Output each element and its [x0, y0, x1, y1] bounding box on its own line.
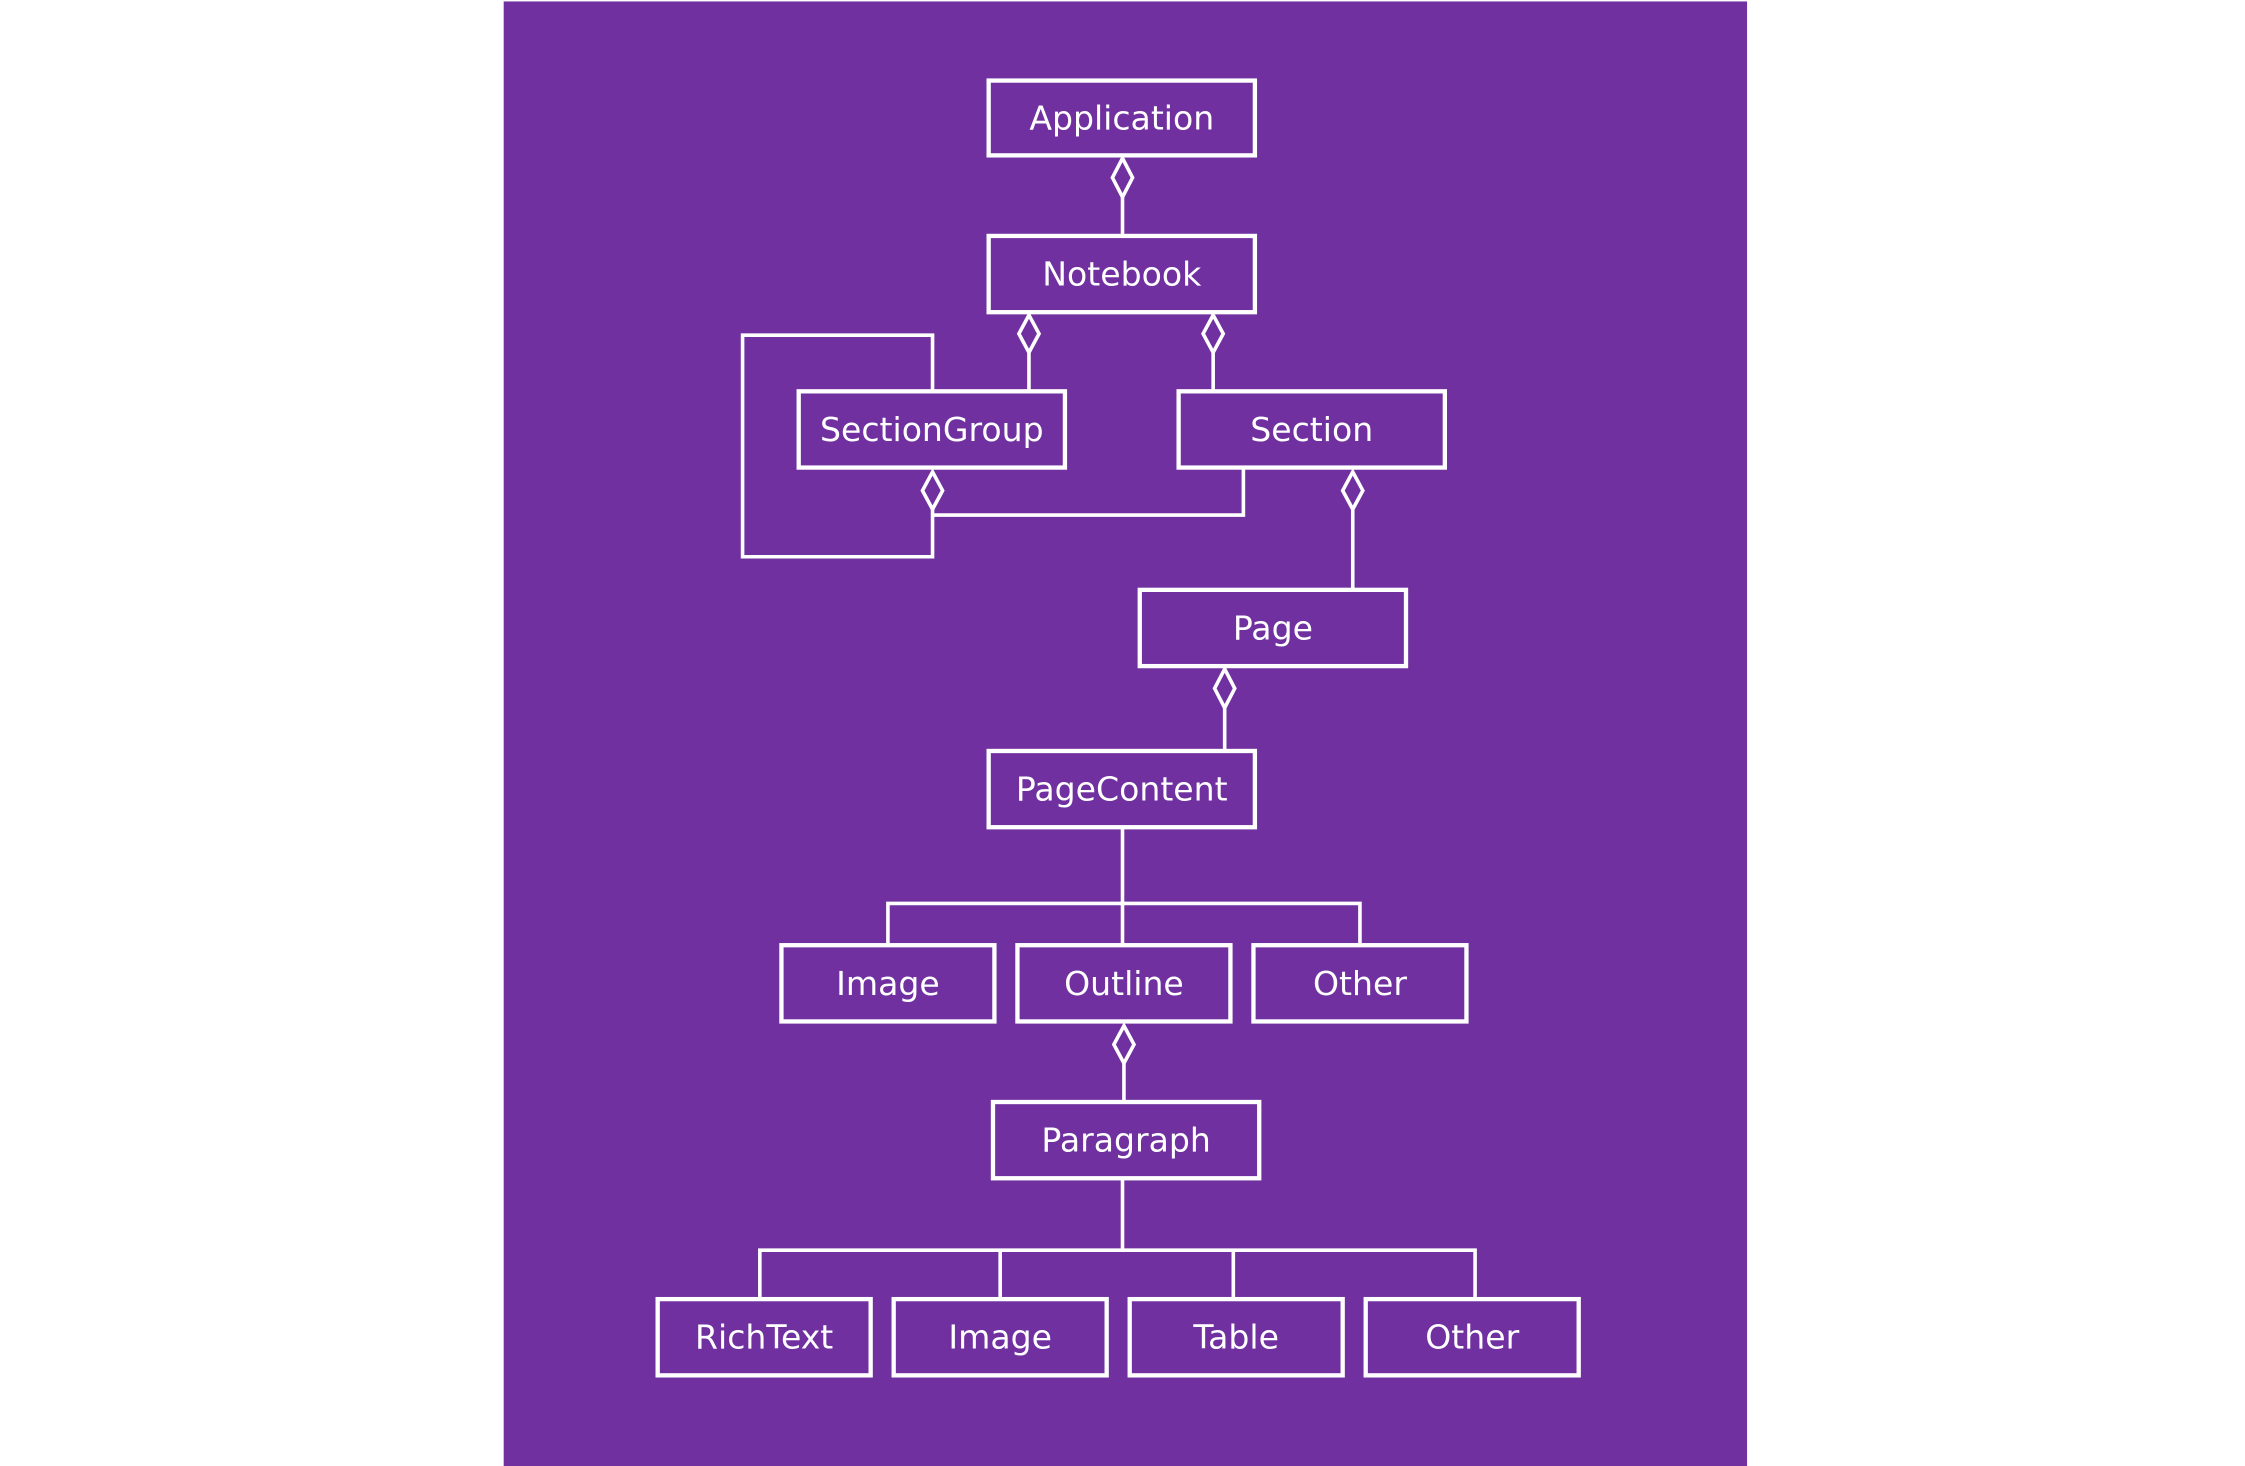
node-label: Table: [1192, 1318, 1279, 1357]
node-label: Image: [948, 1318, 1052, 1357]
node-label: Outline: [1064, 964, 1184, 1003]
onenote-object-model-diagram: Application Notebook SectionGroup Sectio…: [503, 1, 1748, 1466]
node-label: Other: [1425, 1318, 1519, 1357]
node-label: Page: [1233, 608, 1313, 647]
node-label: Other: [1313, 964, 1407, 1003]
node-label: SectionGroup: [820, 410, 1044, 449]
node-label: RichText: [695, 1318, 833, 1357]
node-label: PageContent: [1016, 770, 1228, 809]
node-label: Application: [1029, 98, 1214, 137]
node-label: Notebook: [1042, 255, 1202, 294]
diagram-background: [503, 1, 1748, 1466]
node-label: Section: [1250, 410, 1373, 449]
node-label: Paragraph: [1041, 1121, 1210, 1160]
node-label: Image: [836, 964, 940, 1003]
